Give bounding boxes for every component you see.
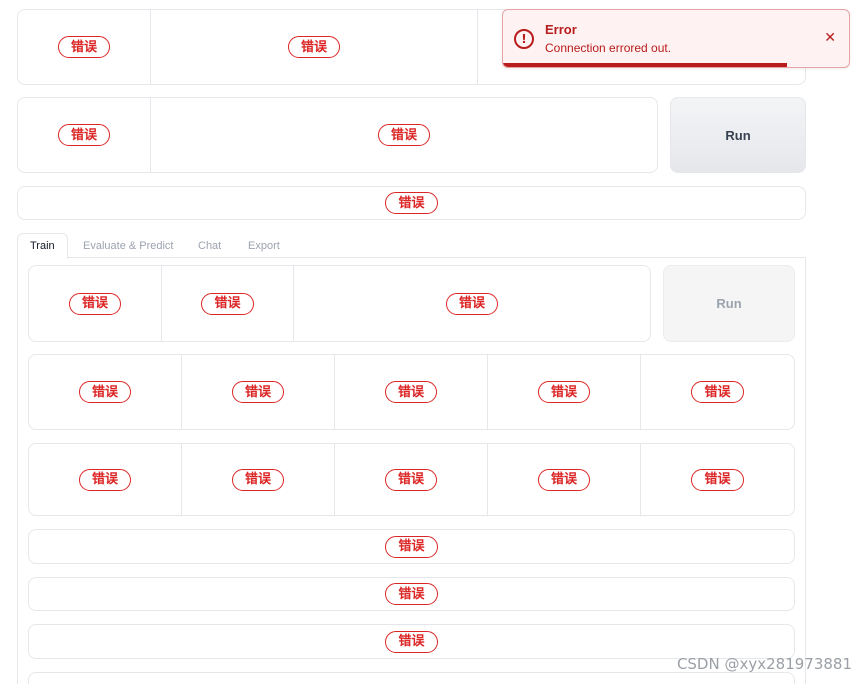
- param-field[interactable]: 错误: [182, 355, 335, 429]
- error-badge: 错误: [231, 468, 284, 491]
- tab-train[interactable]: Train: [17, 233, 68, 259]
- error-badge: 错误: [57, 124, 110, 146]
- error-toast: ! Error Connection errored out. ✕: [502, 9, 850, 68]
- dataset-dir-field[interactable]: 错误: [162, 266, 294, 341]
- error-badge: 错误: [287, 36, 340, 58]
- accordion-row[interactable]: 错误: [28, 624, 795, 659]
- error-badge: 错误: [537, 381, 590, 403]
- toast-timer-bar: [503, 63, 787, 67]
- toast-message: Connection errored out.: [545, 41, 672, 55]
- param-field[interactable]: 错误: [29, 444, 182, 515]
- param-field[interactable]: 错误: [488, 355, 641, 429]
- lang-field[interactable]: 错误: [18, 10, 151, 84]
- error-badge: 错误: [385, 535, 438, 558]
- error-badge: 错误: [57, 36, 110, 58]
- error-badge: 错误: [385, 192, 438, 214]
- tab-chat[interactable]: Chat: [186, 233, 233, 258]
- tab-bar: Train Evaluate & Predict Chat Export: [17, 233, 806, 259]
- accordion-row[interactable]: 错误: [28, 529, 795, 564]
- param-field[interactable]: 错误: [335, 355, 488, 429]
- error-badge: 错误: [445, 292, 498, 315]
- finetuning-type-field[interactable]: 错误: [18, 98, 151, 172]
- training-stage-field[interactable]: 错误: [29, 266, 162, 341]
- error-badge: 错误: [537, 468, 590, 491]
- error-badge: 错误: [384, 381, 437, 403]
- error-badge: 错误: [384, 468, 437, 491]
- error-badge: 错误: [78, 381, 131, 403]
- param-field[interactable]: 错误: [335, 444, 488, 515]
- error-badge: 错误: [691, 381, 744, 403]
- error-badge: 错误: [691, 468, 744, 491]
- dataset-field[interactable]: 错误: [294, 266, 650, 341]
- error-badge: 错误: [385, 630, 438, 653]
- toast-title: Error: [545, 22, 577, 37]
- error-badge: 错误: [201, 292, 254, 315]
- hyperparam-row-1: 错误 错误 错误 错误 错误: [28, 354, 795, 430]
- param-field[interactable]: 错误: [488, 444, 641, 515]
- model-name-field[interactable]: 错误: [151, 10, 478, 84]
- accordion-row[interactable]: 错误: [28, 672, 795, 684]
- alert-circle-icon: !: [514, 29, 534, 49]
- param-field[interactable]: 错误: [182, 444, 335, 515]
- advanced-config-row[interactable]: 错误: [17, 186, 806, 220]
- param-field[interactable]: 错误: [29, 355, 182, 429]
- error-badge: 错误: [377, 124, 430, 146]
- close-icon[interactable]: ✕: [824, 30, 836, 46]
- error-badge: 错误: [68, 292, 121, 315]
- param-field[interactable]: 错误: [641, 444, 794, 515]
- preview-run-button[interactable]: Run: [663, 265, 795, 342]
- tab-export[interactable]: Export: [236, 233, 292, 258]
- error-badge: 错误: [78, 468, 131, 491]
- error-badge: 错误: [231, 381, 284, 403]
- second-config-row: 错误 错误: [17, 97, 658, 173]
- param-field[interactable]: 错误: [641, 355, 794, 429]
- accordion-row[interactable]: 错误: [28, 577, 795, 611]
- watermark: CSDN @xyx281973881: [676, 655, 852, 673]
- checkpoints-field[interactable]: 错误: [151, 98, 657, 172]
- hyperparam-row-2: 错误 错误 错误 错误 错误: [28, 443, 795, 516]
- train-dataset-row: 错误 错误 错误: [28, 265, 651, 342]
- tab-evaluate-predict[interactable]: Evaluate & Predict: [71, 233, 186, 258]
- run-button[interactable]: Run: [670, 97, 806, 173]
- error-badge: 错误: [385, 583, 438, 605]
